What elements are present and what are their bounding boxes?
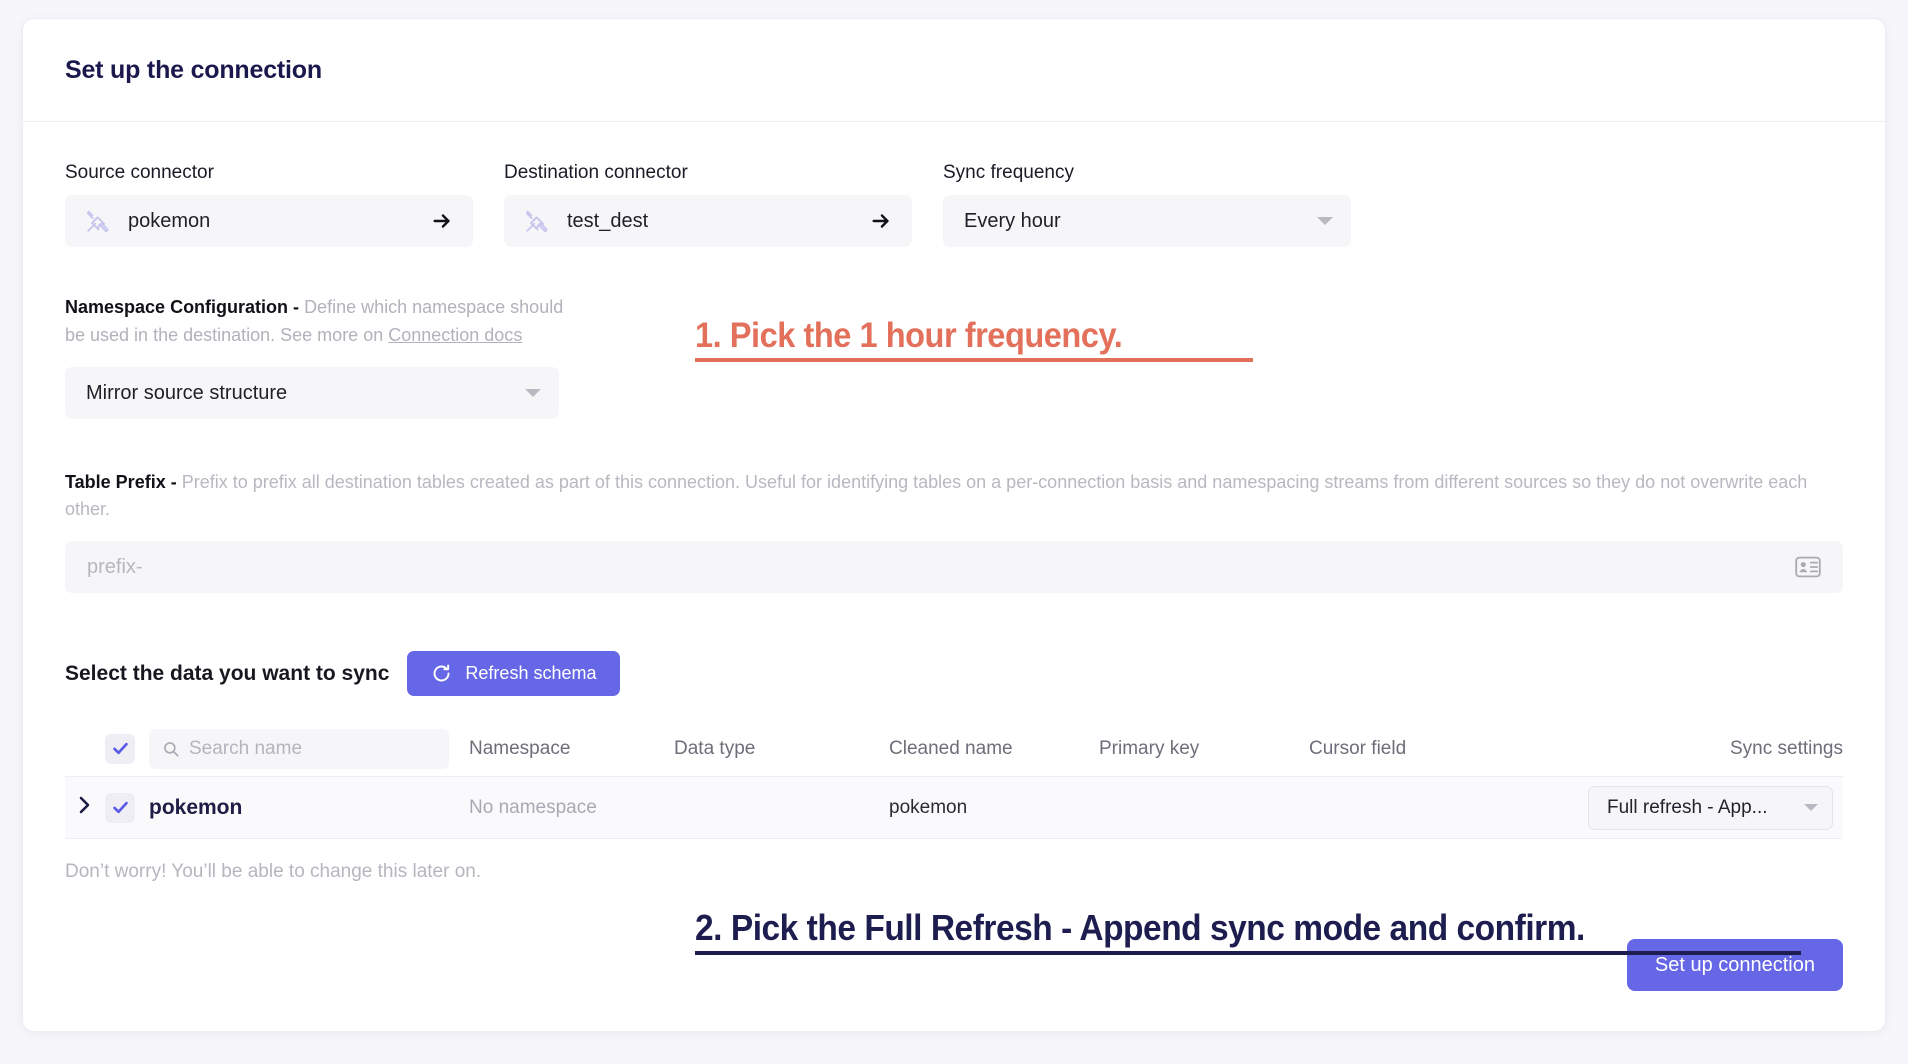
table-row[interactable]: pokemon No namespace pokemon Full refres… (65, 777, 1843, 839)
schema-table-header: Namespace Data type Cleaned name Primary… (65, 721, 1843, 777)
schema-table: Namespace Data type Cleaned name Primary… (65, 721, 1843, 839)
card-header: Set up the connection (23, 19, 1885, 122)
namespace-configuration-group: Namespace Configuration - Define which n… (65, 293, 565, 419)
source-connector-group: Source connector pokemon (65, 162, 473, 247)
check-icon (112, 742, 128, 755)
contact-card-icon[interactable] (1795, 556, 1821, 578)
row-checkbox[interactable] (105, 792, 135, 823)
destination-connector-name: test_dest (567, 209, 649, 232)
table-prefix-input[interactable] (87, 555, 1795, 579)
row-select-cell (105, 792, 149, 823)
chevron-down-icon (525, 389, 541, 397)
app-root: Set up the connection Source connector p… (0, 0, 1908, 1064)
page-title: Set up the connection (65, 55, 322, 84)
chevron-down-icon (1804, 804, 1818, 811)
column-header-data-type: Data type (674, 737, 756, 759)
select-all-cell (105, 733, 149, 764)
source-connector-name: pokemon (128, 209, 211, 232)
search-name-input[interactable] (189, 737, 436, 760)
row-cleaned-name: pokemon (889, 796, 968, 818)
chevron-down-icon (1317, 217, 1333, 225)
row-stream-name-cell: pokemon (149, 796, 469, 820)
select-all-checkbox[interactable] (105, 733, 135, 764)
arrow-right-icon (870, 210, 892, 232)
table-prefix-input-wrap[interactable] (65, 541, 1843, 593)
row-namespace: No namespace (469, 796, 597, 818)
connection-docs-link[interactable]: Connection docs (388, 325, 522, 345)
namespace-description: Namespace Configuration - Define which n… (65, 293, 565, 349)
sync-frequency-group: Sync frequency Every hour (943, 162, 1351, 247)
column-header-cleaned-name: Cleaned name (889, 737, 1013, 759)
annotation-step-2-text: 2. Pick the Full Refresh - Append sync m… (695, 907, 1585, 948)
tools-icon (85, 208, 111, 234)
table-prefix-description: Table Prefix - Prefix to prefix all dest… (65, 469, 1843, 523)
sync-mode-select[interactable]: Full refresh - App... (1588, 785, 1833, 830)
refresh-schema-label: Refresh schema (465, 663, 597, 683)
refresh-icon (431, 663, 452, 684)
check-icon (112, 801, 128, 814)
sync-frequency-value: Every hour (964, 209, 1061, 232)
sync-frequency-select[interactable]: Every hour (943, 195, 1351, 247)
row-stream-name: pokemon (149, 795, 243, 819)
expand-row-cell[interactable] (65, 794, 105, 821)
search-icon (164, 741, 179, 757)
namespace-value: Mirror source structure (86, 381, 288, 404)
connector-row: Source connector pokemon Destination con… (65, 162, 1843, 247)
row-sync-settings-cell: Full refresh - App... (1559, 785, 1843, 830)
search-name-wrap[interactable] (149, 728, 449, 769)
sync-selection-section: Select the data you want to sync Refresh… (65, 651, 1843, 883)
destination-connector-group: Destination connector test_dest (504, 162, 912, 247)
sync-frequency-label: Sync frequency (943, 162, 1074, 183)
source-connector-label: Source connector (65, 162, 214, 183)
sync-section-title: Select the data you want to sync (65, 661, 390, 685)
sync-section-header: Select the data you want to sync Refresh… (65, 651, 1843, 696)
refresh-schema-button[interactable]: Refresh schema (407, 651, 621, 696)
tools-icon (524, 208, 550, 234)
column-header-primary-key: Primary key (1099, 737, 1200, 759)
setup-connection-card: Set up the connection Source connector p… (22, 18, 1886, 1032)
set-up-connection-button[interactable]: Set up connection (1626, 939, 1843, 991)
destination-connector-label: Destination connector (504, 162, 688, 183)
namespace-title: Namespace Configuration - (65, 297, 300, 317)
column-header-cursor-field: Cursor field (1309, 737, 1407, 759)
sync-mode-value: Full refresh - App... (1607, 796, 1768, 818)
card-body: Source connector pokemon Destination con… (23, 122, 1885, 883)
search-cell (149, 728, 469, 769)
card-footer: Set up connection (1626, 939, 1843, 991)
column-header-sync-settings: Sync settings (1730, 737, 1843, 759)
destination-connector-pill[interactable]: test_dest (504, 195, 912, 247)
namespace-select[interactable]: Mirror source structure (65, 367, 559, 419)
schema-footnote: Don’t worry! You’ll be able to change th… (65, 861, 482, 882)
table-prefix-description-text: Prefix to prefix all destination tables … (65, 472, 1808, 519)
source-connector-pill[interactable]: pokemon (65, 195, 473, 247)
table-prefix-title: Table Prefix - (65, 472, 177, 492)
chevron-right-icon[interactable] (77, 794, 93, 821)
column-header-namespace: Namespace (469, 737, 571, 759)
arrow-right-icon (431, 210, 453, 232)
table-prefix-group: Table Prefix - Prefix to prefix all dest… (65, 469, 1843, 593)
